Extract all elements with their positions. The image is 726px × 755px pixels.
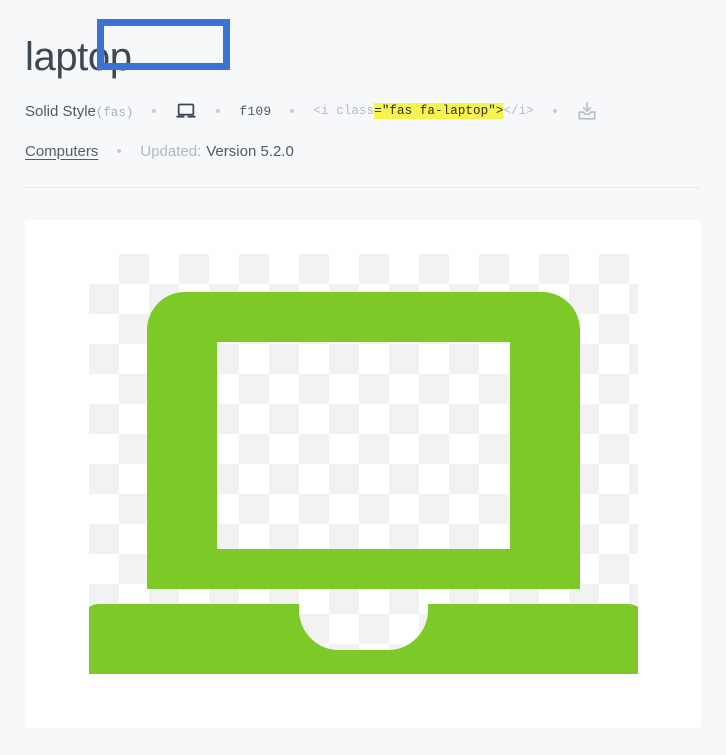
icon-preview-card: [25, 220, 701, 728]
unicode-value: f109: [239, 103, 272, 119]
style-label-text: Solid Style: [25, 102, 96, 120]
code-prefix: <i class: [313, 104, 375, 118]
page-header: laptop Solid Style(fas) f109 <i class ="f…: [25, 19, 701, 162]
icon-html-snippet[interactable]: <i class ="fas fa-laptop"> </i>: [313, 103, 534, 119]
code-highlighted: ="fas fa-laptop">: [374, 103, 504, 119]
updated-version: Version 5.2.0: [206, 142, 294, 160]
icon-meta-row: Solid Style(fas) f109 <i class ="fas fa-l…: [25, 19, 701, 124]
header-divider: [25, 187, 701, 188]
code-suffix: </i>: [503, 104, 534, 118]
category-link[interactable]: Computers: [25, 143, 98, 160]
style-abbr: (fas): [95, 105, 134, 120]
icon-detail-page: laptop Solid Style(fas) f109 <i class ="f…: [0, 0, 726, 755]
laptop-icon: [175, 102, 197, 120]
icon-meta-row-secondary: Computers Updated: Version 5.2.0: [25, 140, 701, 162]
separator-dot: [117, 149, 122, 153]
separator-dot: [152, 109, 157, 113]
updated-label: Updated:: [140, 142, 202, 160]
page-title: laptop: [25, 35, 132, 79]
icon-preview-stage: [89, 254, 638, 674]
style-label: Solid Style(fas): [25, 103, 133, 120]
laptop-icon-large: [89, 292, 638, 674]
separator-dot: [216, 109, 221, 113]
download-icon[interactable]: [576, 100, 598, 122]
separator-dot: [290, 109, 295, 113]
separator-dot: [552, 109, 557, 113]
